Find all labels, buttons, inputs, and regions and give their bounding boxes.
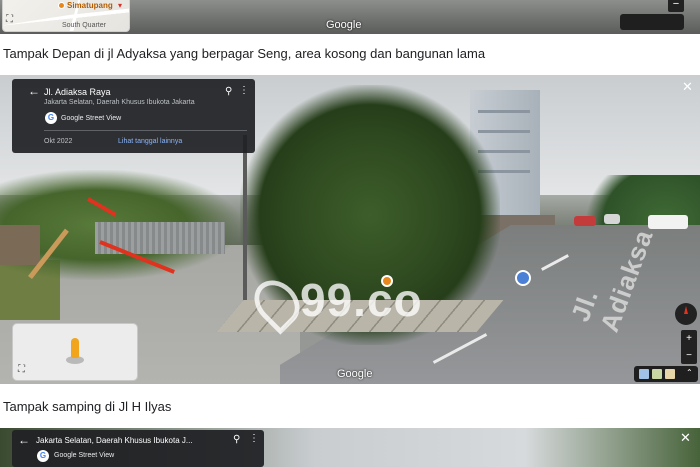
layer-thumbnail (652, 369, 662, 379)
service-label: Google Street View (54, 452, 115, 459)
place-label: Simatupang (67, 1, 113, 10)
place-pin-icon (58, 2, 65, 9)
old-fence (0, 225, 40, 265)
google-street-view-icon: G (37, 450, 49, 462)
car (648, 215, 688, 229)
map-marker-icon: ▾ (118, 1, 123, 10)
compass-icon[interactable] (675, 303, 697, 325)
street-title: Jl. Adiaksa Raya (44, 87, 111, 97)
place-marker-icon[interactable] (381, 275, 393, 287)
capture-date: Okt 2022 (44, 138, 73, 145)
expand-icon[interactable]: ⛶ (18, 364, 25, 375)
divider (44, 130, 247, 131)
chevron-up-icon: ⌃ (686, 368, 693, 377)
zoom-in-button[interactable]: + (681, 330, 697, 347)
layers-button[interactable]: ⌃ (634, 366, 698, 382)
google-logo: Google (337, 368, 373, 380)
pegman-icon[interactable] (71, 338, 79, 358)
place-marker-icon[interactable] (515, 270, 531, 286)
pin-icon[interactable]: ⚲ (233, 434, 240, 445)
back-arrow-icon[interactable]: ← (28, 84, 40, 98)
street-view-top: Simatupang ▾ South Quarter ⛶ Google − (0, 0, 700, 34)
layer-thumbnail (639, 369, 649, 379)
expand-icon[interactable]: ⛶ (6, 14, 20, 28)
zoom-out-button[interactable]: − (668, 0, 684, 12)
google-street-view-icon: G (45, 112, 57, 124)
utility-pole (243, 135, 247, 305)
layers-button[interactable] (620, 14, 684, 30)
watermark-text: 99.co (300, 274, 423, 326)
zoom-controls: + − (681, 330, 697, 364)
car (574, 216, 596, 226)
see-other-dates-link[interactable]: Lihat tanggal lainnya (118, 138, 182, 145)
caption-front-view: Tampak Depan di jl Adyaksa yang berpagar… (3, 46, 486, 61)
zoom-out-button[interactable]: − (681, 347, 697, 364)
more-options-icon[interactable]: ⋮ (239, 85, 249, 96)
caption-side-view: Tampak samping di Jl H Ilyas (3, 399, 172, 414)
google-logo: Google (326, 19, 362, 31)
car (604, 214, 620, 224)
mini-map[interactable] (12, 323, 138, 381)
back-arrow-icon[interactable]: ← (18, 433, 30, 447)
location-subtitle: Jakarta Selatan, Daerah Khusus Ibukota J… (36, 436, 193, 445)
layer-thumbnail (665, 369, 675, 379)
service-label: Google Street View (61, 115, 122, 122)
more-options-icon[interactable]: ⋮ (249, 433, 259, 444)
map-place-marker[interactable]: Simatupang (58, 1, 113, 10)
area-label: South Quarter (62, 22, 106, 29)
pin-icon[interactable]: ⚲ (225, 86, 232, 97)
close-icon[interactable]: ✕ (680, 430, 691, 446)
close-icon[interactable]: ✕ (682, 79, 693, 95)
location-subtitle: Jakarta Selatan, Daerah Khusus Ibukota J… (44, 99, 195, 106)
